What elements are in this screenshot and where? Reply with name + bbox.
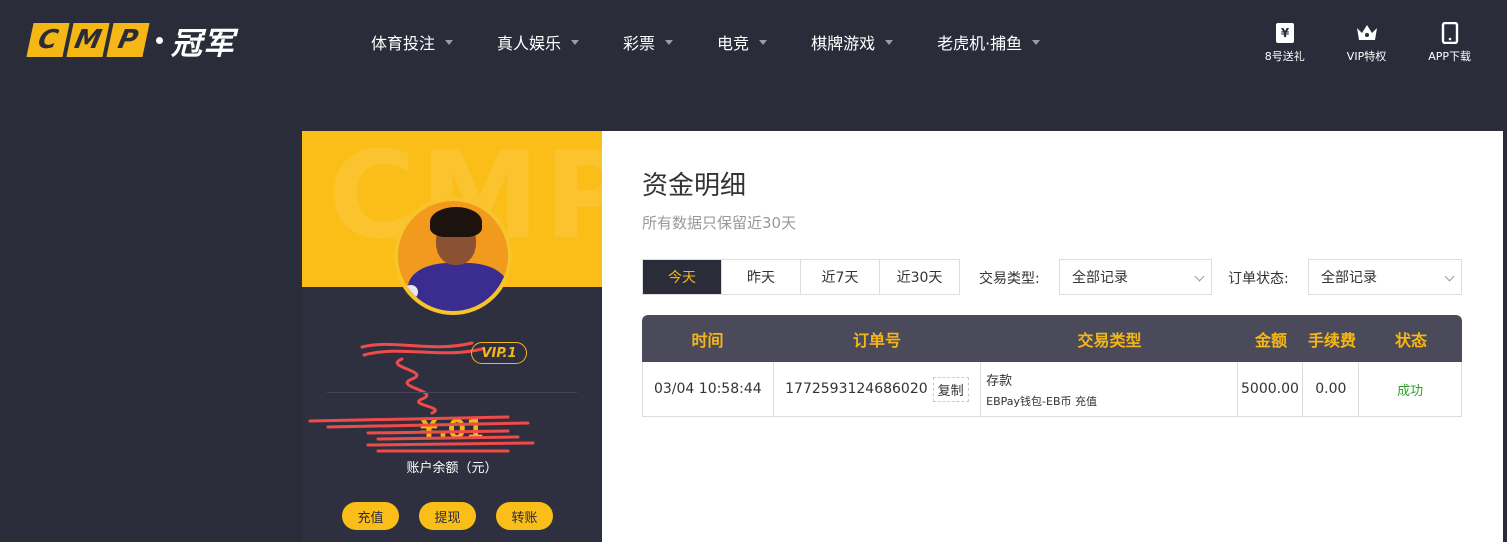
transaction-type-detail: EBPay钱包-EB币 充值 xyxy=(986,394,1098,408)
table-row: 03/04 10:58:44 1772593124686020 复制 存款 EB… xyxy=(642,362,1462,417)
deposit-button[interactable]: 充值 xyxy=(342,502,399,530)
transfer-button[interactable]: 转账 xyxy=(496,502,553,530)
chevron-down-icon xyxy=(759,39,768,45)
order-number: 1772593124686020 xyxy=(785,381,928,397)
table-header: 时间 订单号 交易类型 金额 手续费 状态 xyxy=(642,315,1462,362)
nav-item-esports[interactable]: 电竞 xyxy=(717,30,768,54)
balance-label: 账户余额（元） xyxy=(406,461,498,476)
avatar-shirt xyxy=(408,263,508,311)
range-30days-button[interactable]: 近30天 xyxy=(880,260,959,294)
nav-label: 体育投注 xyxy=(371,34,436,53)
yen-gift-icon: ¥ xyxy=(1275,23,1294,43)
chevron-down-icon xyxy=(571,39,580,45)
cell-order-no: 1772593124686020 复制 xyxy=(774,362,982,416)
cell-status: 成功 xyxy=(1359,362,1461,416)
page-subtitle: 所有数据只保留近30天 xyxy=(642,214,797,232)
order-status-select[interactable]: 全部记录 xyxy=(1308,259,1462,295)
logo-letter: C xyxy=(26,23,70,57)
column-header-order-no: 订单号 xyxy=(852,330,901,350)
svg-text:¥: ¥ xyxy=(1281,26,1290,40)
chevron-down-icon xyxy=(445,39,454,45)
nav-item-sports[interactable]: 体育投注 xyxy=(371,30,454,54)
app-download-link[interactable]: APP下载 xyxy=(1428,22,1471,64)
vip-label: VIP特权 xyxy=(1346,50,1387,63)
range-today-button[interactable]: 今天 xyxy=(643,260,722,294)
vip-link[interactable]: VIP特权 xyxy=(1347,22,1386,64)
chevron-down-icon xyxy=(885,39,894,45)
range-yesterday-button[interactable]: 昨天 xyxy=(722,260,801,294)
app-download-label: APP下载 xyxy=(1428,50,1471,63)
logo[interactable]: C M P 冠军 xyxy=(26,22,235,62)
transaction-type: 存款 xyxy=(986,373,1013,389)
nav-label: 电竞 xyxy=(717,34,750,53)
status-badge: 成功 xyxy=(1397,383,1424,399)
top-icon-bar: ¥ 8号送礼 VIP特权 APP下载 xyxy=(1265,22,1471,64)
column-header-time: 时间 xyxy=(691,330,724,350)
order-status-label: 订单状态: xyxy=(1228,271,1289,287)
date-range-selector: 今天 昨天 近7天 近30天 xyxy=(642,259,960,295)
nav-label: 真人娱乐 xyxy=(497,34,562,53)
tablet-icon xyxy=(1441,22,1458,44)
top-header: C M P 冠军 体育投注 真人娱乐 彩票 电竞 棋牌游戏 老虎机·捕鱼 ¥ 8… xyxy=(0,0,1507,84)
avatar-badge xyxy=(404,285,418,299)
column-header-amount: 金额 xyxy=(1254,330,1287,350)
gift-link[interactable]: ¥ 8号送礼 xyxy=(1265,22,1305,64)
profile-actions: 充值 提现 转账 xyxy=(342,502,553,530)
avatar[interactable] xyxy=(394,197,512,315)
avatar-hair xyxy=(430,207,482,237)
column-header-type: 交易类型 xyxy=(1077,330,1142,350)
profile-divider xyxy=(327,392,577,393)
cell-time: 03/04 10:58:44 xyxy=(643,362,774,416)
logo-cn-text: 冠军 xyxy=(171,25,235,62)
nav-label: 棋牌游戏 xyxy=(811,34,876,53)
nav-label: 彩票 xyxy=(623,34,656,53)
transaction-type-label: 交易类型: xyxy=(979,271,1040,287)
transactions-table: 时间 订单号 交易类型 金额 手续费 状态 03/04 10:58:44 177… xyxy=(642,315,1462,417)
order-status-value: 全部记录 xyxy=(1321,270,1377,286)
copy-order-button[interactable]: 复制 xyxy=(932,376,969,402)
nav-item-slots-fishing[interactable]: 老虎机·捕鱼 xyxy=(937,30,1041,54)
nav-label: 老虎机·捕鱼 xyxy=(937,34,1023,53)
transaction-type-value: 全部记录 xyxy=(1072,270,1128,286)
column-header-status: 状态 xyxy=(1394,330,1427,350)
cell-amount: 5000.00 xyxy=(1238,362,1304,416)
profile-panel: CMP VIP.1 ¥.01 账户余额（元） 充值 提现 转账 xyxy=(302,131,602,542)
logo-dot xyxy=(156,36,163,44)
logo-letter: P xyxy=(106,23,150,57)
gift-label: 8号送礼 xyxy=(1264,50,1305,63)
nav-item-lottery[interactable]: 彩票 xyxy=(623,30,674,54)
fund-details-panel: 资金明细 所有数据只保留近30天 今天 昨天 近7天 近30天 交易类型: 全部… xyxy=(602,131,1503,542)
crown-icon xyxy=(1356,25,1377,40)
logo-letters: C M P xyxy=(26,23,150,57)
transaction-type-select[interactable]: 全部记录 xyxy=(1059,259,1212,295)
chevron-down-icon xyxy=(1032,39,1041,45)
logo-letter: M xyxy=(66,23,110,57)
column-header-fee: 手续费 xyxy=(1307,330,1356,350)
vip-level-badge: VIP.1 xyxy=(471,342,527,364)
cell-fee: 0.00 xyxy=(1303,362,1360,416)
withdraw-button[interactable]: 提现 xyxy=(419,502,476,530)
nav-item-card-games[interactable]: 棋牌游戏 xyxy=(811,30,894,54)
chevron-down-icon xyxy=(665,39,674,45)
chevron-down-icon xyxy=(1444,271,1455,282)
main-nav: 体育投注 真人娱乐 彩票 电竞 棋牌游戏 老虎机·捕鱼 xyxy=(371,30,1084,54)
chevron-down-icon xyxy=(1194,271,1205,282)
nav-item-live-casino[interactable]: 真人娱乐 xyxy=(497,30,580,54)
range-7days-button[interactable]: 近7天 xyxy=(801,260,880,294)
page-title: 资金明细 xyxy=(642,171,747,201)
redacted-balance-scribble xyxy=(308,415,535,453)
cell-type: 存款 EBPay钱包-EB币 充值 xyxy=(981,362,1238,416)
